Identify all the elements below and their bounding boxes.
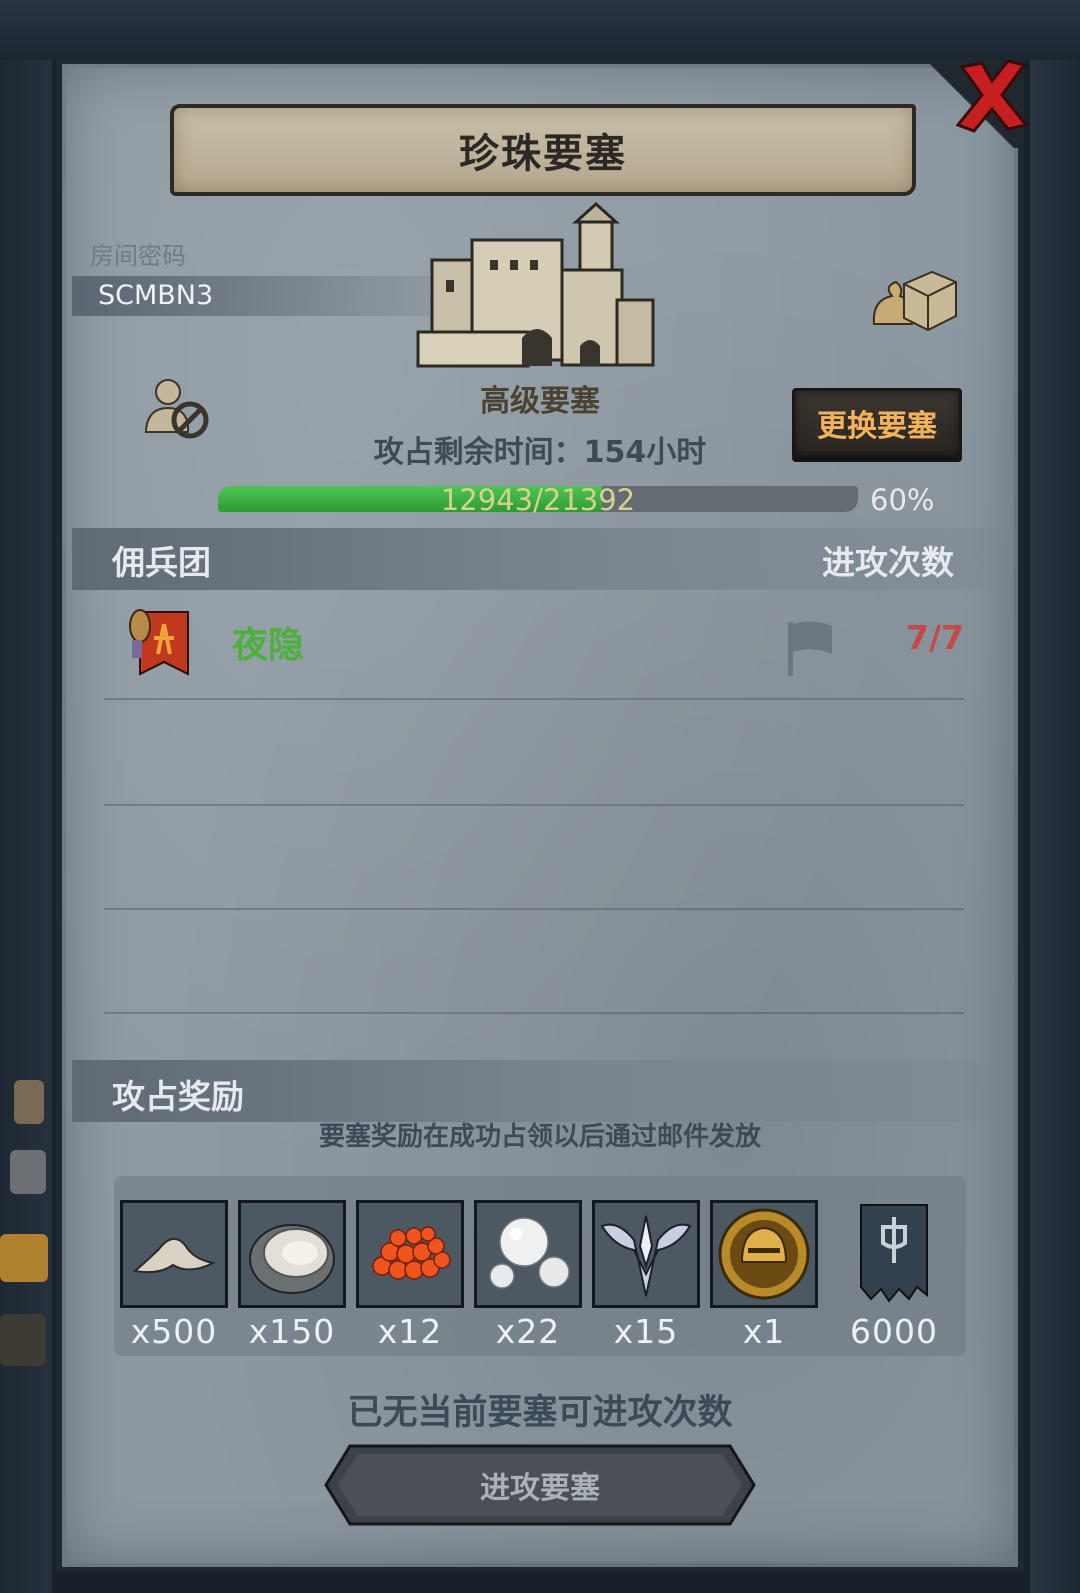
reward-item-frame	[840, 1200, 948, 1308]
reward-item-frame	[356, 1200, 464, 1308]
room-code-value: SCMBN3	[98, 280, 214, 311]
change-fortress-label: 更换要塞	[817, 409, 937, 444]
reward-item-frame	[474, 1200, 582, 1308]
background-right	[1030, 60, 1080, 1593]
row-divider	[104, 908, 964, 910]
progress-value: 12943/21392	[440, 483, 636, 517]
reward-item[interactable]: x22	[474, 1200, 582, 1351]
search-icon[interactable]	[0, 1314, 46, 1366]
reward-item[interactable]: x15	[592, 1200, 700, 1351]
reward-item-frame	[238, 1200, 346, 1308]
guild-banner-icon	[129, 609, 189, 676]
reward-quantity: x22	[495, 1312, 561, 1351]
row-divider	[104, 698, 964, 700]
attack-count: 7/7	[906, 618, 964, 657]
reward-item[interactable]: x500	[120, 1200, 228, 1351]
reward-quantity: x500	[130, 1312, 218, 1351]
rewards-title: 攻占奖励	[112, 1077, 244, 1116]
castle-icon	[416, 201, 655, 368]
reward-item-frame	[592, 1200, 700, 1308]
status-message: 已无当前要塞可进攻次数	[347, 1393, 733, 1433]
oyster-icon	[249, 1224, 335, 1294]
reward-quantity: x12	[377, 1312, 443, 1351]
reward-quantity: x150	[248, 1312, 336, 1351]
mercenary-name: 夜隐	[232, 625, 305, 666]
reward-item-frame	[710, 1200, 818, 1308]
reward-quantity: 6000	[850, 1312, 938, 1351]
attack-fortress-button[interactable]: 进攻要塞	[324, 1444, 756, 1526]
golden-helmet-coin-icon	[718, 1208, 810, 1300]
reward-item-frame	[120, 1200, 228, 1308]
attack-count-header: 进攻次数	[822, 543, 954, 582]
room-code-label: 房间密码	[90, 242, 186, 270]
rewards-note: 要塞奖励在成功占领以后通过邮件发放	[318, 1122, 761, 1152]
page-title: 珍珠要塞	[459, 131, 627, 177]
attack-fortress-label: 进攻要塞	[480, 1471, 600, 1506]
close-icon[interactable]	[952, 55, 1032, 135]
flag-icon	[788, 621, 832, 676]
guild-banner-icon	[860, 1204, 928, 1303]
reward-quantity: x1	[742, 1312, 786, 1351]
background-top	[0, 0, 1080, 60]
silver-wings-emblem-icon	[600, 1215, 692, 1297]
reward-item[interactable]: x1	[710, 1200, 818, 1351]
sand-pile-icon	[132, 1238, 217, 1274]
reward-item[interactable]: 6000	[840, 1200, 948, 1351]
row-divider	[104, 1012, 964, 1014]
target-icon[interactable]	[0, 1234, 48, 1282]
no-user-icon[interactable]	[140, 374, 216, 444]
robot-icon[interactable]	[10, 1150, 46, 1194]
row-divider	[104, 804, 964, 806]
progress-percent: 60%	[870, 483, 935, 517]
mercenary-title: 佣兵团	[112, 543, 211, 582]
background-left	[0, 60, 52, 1593]
pearl-icon	[489, 1217, 570, 1289]
change-fortress-button[interactable]: 更换要塞	[792, 388, 962, 458]
fish-roe-icon	[372, 1226, 451, 1280]
reward-item[interactable]: x150	[238, 1200, 346, 1351]
reward-quantity: x15	[613, 1312, 679, 1351]
supplies-icon[interactable]	[870, 264, 960, 336]
reward-item[interactable]: x12	[356, 1200, 464, 1351]
title-banner: 珍珠要塞	[170, 104, 916, 196]
